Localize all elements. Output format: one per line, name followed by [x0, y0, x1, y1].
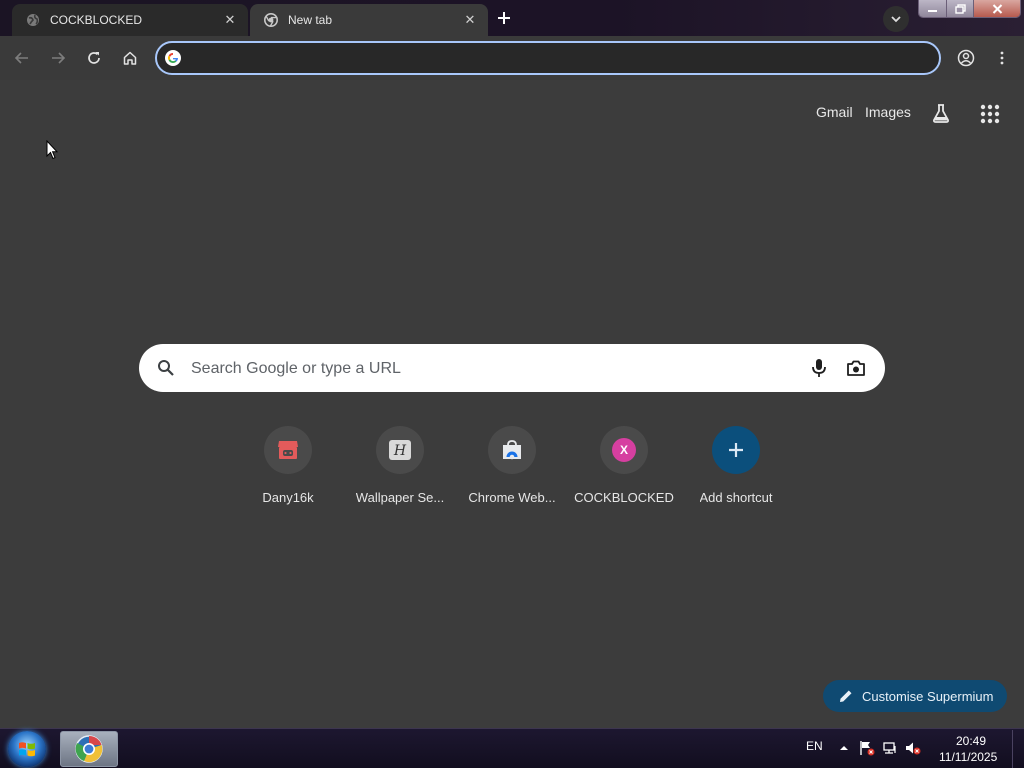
store-icon: [278, 441, 298, 459]
language-indicator[interactable]: EN: [806, 739, 823, 753]
new-tab-button[interactable]: [492, 6, 516, 30]
customise-button[interactable]: Customise Supermium: [823, 680, 1007, 712]
images-link[interactable]: Images: [865, 104, 911, 120]
menu-button[interactable]: [990, 46, 1014, 70]
gmail-link[interactable]: Gmail: [816, 104, 853, 120]
reload-button[interactable]: [82, 46, 106, 70]
restore-icon: [954, 4, 966, 14]
show-desktop-button[interactable]: [1012, 730, 1024, 768]
browser-app-icon: [75, 735, 103, 763]
globe-icon: [26, 13, 40, 27]
shortcut-label: COCKBLOCKED: [574, 490, 674, 505]
chevron-down-icon: [891, 16, 901, 23]
omnibox[interactable]: [155, 41, 941, 75]
volume-muted-icon[interactable]: [905, 740, 921, 756]
labs-flask-icon[interactable]: [930, 102, 952, 124]
shortcut-icon-circle: [488, 426, 536, 474]
search-icon: [158, 360, 174, 376]
tab-search-button[interactable]: [883, 6, 909, 32]
restore-button[interactable]: [946, 0, 973, 17]
window-controls: [918, 0, 1021, 18]
minimize-icon: [928, 10, 937, 12]
start-button[interactable]: [8, 731, 46, 767]
shortcut-label: Chrome Web...: [468, 490, 556, 505]
arrow-right-icon: [52, 52, 66, 64]
h-letter-icon: H: [389, 440, 411, 460]
x-letter-icon: X: [612, 438, 636, 462]
search-placeholder: Search Google or type a URL: [191, 360, 401, 377]
shortcut-wallpaper[interactable]: H Wallpaper Se...: [344, 426, 456, 516]
tab-title: New tab: [288, 13, 333, 27]
arrow-left-icon: [14, 52, 28, 64]
profile-button[interactable]: [954, 46, 978, 70]
svg-text:H: H: [393, 443, 407, 459]
microphone-icon[interactable]: [810, 358, 828, 378]
shortcut-label: Dany16k: [262, 490, 314, 505]
shortcut-cockblocked[interactable]: X COCKBLOCKED: [568, 426, 680, 516]
forward-button[interactable]: [46, 46, 70, 70]
plus-icon: [729, 443, 743, 457]
reload-icon: [88, 52, 100, 64]
shortcut-dany16k[interactable]: Dany16k: [232, 426, 344, 516]
back-button[interactable]: [10, 46, 34, 70]
home-icon: [123, 51, 137, 65]
browser-toolbar: [0, 36, 1024, 80]
shortcut-label: Add shortcut: [699, 490, 773, 505]
mouse-cursor-icon: [46, 140, 58, 160]
kebab-menu-icon: [1000, 51, 1004, 65]
clock-date[interactable]: 11/11/2025: [939, 750, 997, 764]
shortcut-icon-circle: H: [376, 426, 424, 474]
close-window-button[interactable]: [973, 0, 1020, 17]
shortcut-label: Wallpaper Se...: [355, 490, 445, 505]
close-tab-icon[interactable]: ✕: [222, 12, 238, 28]
clock-time[interactable]: 20:49: [956, 734, 986, 748]
close-tab-icon[interactable]: ✕: [462, 12, 478, 28]
add-shortcut-button[interactable]: Add shortcut: [680, 426, 792, 516]
pencil-icon: [840, 690, 852, 702]
taskbar-browser-button[interactable]: [60, 731, 118, 767]
close-icon: [992, 4, 1002, 14]
tab-title: COCKBLOCKED: [50, 13, 143, 27]
customise-label: Customise Supermium: [862, 688, 994, 704]
shortcut-chrome-web-store[interactable]: Chrome Web...: [456, 426, 568, 516]
web-store-icon: [503, 440, 521, 460]
google-g-icon: [165, 50, 181, 66]
ntp-search-box[interactable]: Search Google or type a URL: [139, 344, 885, 392]
shortcut-icon-circle: [712, 426, 760, 474]
google-apps-grid-icon[interactable]: [980, 104, 1000, 124]
plus-icon: [498, 12, 510, 24]
tab-cockblocked[interactable]: COCKBLOCKED ✕: [12, 4, 248, 36]
tab-strip: COCKBLOCKED ✕ New tab ✕: [0, 0, 1024, 36]
minimize-button[interactable]: [919, 0, 946, 17]
action-center-flag-icon[interactable]: [859, 740, 875, 756]
shortcut-icon-circle: X: [600, 426, 648, 474]
home-button[interactable]: [118, 46, 142, 70]
network-icon[interactable]: [882, 740, 898, 756]
shortcut-icon-circle: [264, 426, 312, 474]
windows-logo-icon: [19, 742, 35, 757]
chrome-icon: [264, 13, 278, 27]
camera-lens-icon[interactable]: [846, 359, 866, 377]
profile-icon: [957, 49, 975, 67]
x-letter: X: [619, 443, 628, 457]
tab-new-tab[interactable]: New tab ✕: [250, 4, 488, 36]
tray-expand-icon[interactable]: [836, 740, 852, 756]
